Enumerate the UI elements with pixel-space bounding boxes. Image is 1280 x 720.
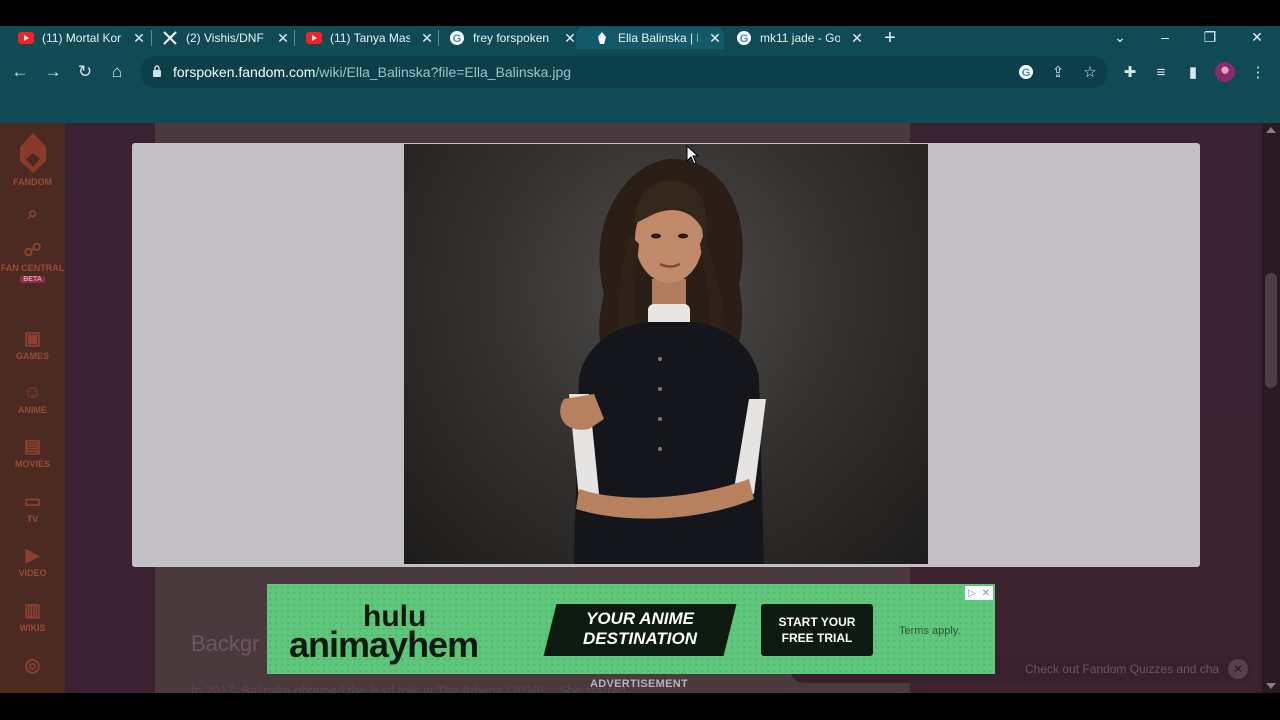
close-icon[interactable]: ✕: [850, 30, 864, 47]
fandom-heart-icon: [19, 133, 46, 173]
google-icon: G: [736, 30, 752, 46]
reading-list-icon[interactable]: ≡: [1151, 62, 1171, 82]
sidebar-item-video[interactable]: ▶ VIDEO: [0, 545, 65, 578]
scroll-down-arrow-icon[interactable]: [1266, 683, 1276, 689]
sidebar-item-movies[interactable]: ▤ MOVIES: [0, 436, 65, 469]
advertisement-label: ADVERTISEMENT: [590, 678, 689, 690]
lock-icon: [153, 65, 161, 77]
tab-title: (2) Vishis/DNF: [186, 31, 264, 45]
home-icon[interactable]: ⌂: [105, 60, 129, 84]
minimize-icon[interactable]: –: [1155, 26, 1175, 48]
mouse-cursor-icon: [686, 145, 700, 165]
video-icon: ▶: [25, 545, 40, 565]
tab-tanya[interactable]: (11) Tanya Mas ✕: [288, 27, 434, 49]
youtube-icon: [306, 30, 322, 46]
fan-central-icon: ☍: [23, 240, 42, 260]
anime-icon: ☺: [23, 382, 42, 402]
share-icon[interactable]: ⇪: [1048, 62, 1068, 82]
address-bar[interactable]: forspoken.fandom.com/wiki/Ella_Balinska?…: [140, 56, 1108, 88]
restore-icon[interactable]: ❐: [1200, 26, 1220, 48]
fandom-icon: [594, 30, 610, 46]
sidebar-item-games[interactable]: ▣ GAMES: [0, 328, 65, 361]
movies-icon: ▤: [23, 436, 41, 456]
tab-ella-balinska[interactable]: Ella Balinska | F ✕: [576, 27, 724, 49]
tab-search-chevron-icon[interactable]: ⌄: [1110, 26, 1130, 48]
browser-toolbar: ← → ↻ ⌂ forspoken.fandom.com/wiki/Ella_B…: [0, 56, 1280, 88]
forward-icon[interactable]: →: [41, 60, 65, 84]
ad-headline: YOUR ANIME DESTINATION: [583, 609, 697, 648]
sidebar-item-tv[interactable]: ▭ TV: [0, 491, 65, 524]
tab-title: (11) Tanya Mas: [330, 31, 410, 45]
tab-bar: (11) Mortal Kor ✕ (2) Vishis/DNF ✕ (11) …: [0, 26, 1280, 49]
tab-vishis[interactable]: (2) Vishis/DNF ✕: [144, 27, 290, 49]
ad-brand-main: animayhem: [289, 624, 479, 665]
tab-frey-forspoken[interactable]: G frey forspoken ✕: [431, 27, 577, 49]
svg-text:G: G: [740, 33, 749, 45]
back-icon[interactable]: ←: [8, 60, 32, 84]
user-account-icon[interactable]: ◎: [0, 655, 65, 678]
tab-mortal-kombat[interactable]: (11) Mortal Kor ✕: [0, 27, 146, 49]
svg-text:G: G: [1022, 67, 1031, 79]
google-icon: G: [449, 30, 465, 46]
svg-text:G: G: [453, 33, 462, 45]
tab-mk11-jade[interactable]: G mk11 jade - Go ✕: [718, 27, 864, 49]
youtube-icon: [18, 30, 34, 46]
wikis-icon: ▥: [23, 600, 41, 620]
sidebar-item-fan-central[interactable]: ☍ FAN CENTRAL BETA: [0, 240, 65, 283]
tab-title: mk11 jade - Go: [760, 31, 840, 45]
side-panel-icon[interactable]: ▮: [1183, 62, 1203, 82]
web-page: FANDOM ⌕ ☍ FAN CENTRAL BETA ▣ GAMES ☺ AN…: [0, 123, 1280, 693]
sidebar-item-anime[interactable]: ☺ ANIME: [0, 382, 65, 415]
x-twitter-icon: [162, 30, 178, 46]
hulu-advertisement[interactable]: hulu animayhem YOUR ANIME DESTINATION ST…: [267, 584, 995, 674]
fandom-sidebar: FANDOM ⌕ ☍ FAN CENTRAL BETA ▣ GAMES ☺ AN…: [0, 123, 65, 693]
article-paragraph: In 2017, Balinska obtained the lead role…: [191, 683, 626, 693]
extensions-icon[interactable]: ✚: [1120, 62, 1140, 82]
ad-choices-close-icon[interactable]: ▷ ✕: [965, 586, 993, 600]
bookmark-star-icon[interactable]: ☆: [1080, 62, 1100, 82]
sidebar-item-wikis[interactable]: ▥ WIKIS: [0, 600, 65, 633]
scroll-thumb[interactable]: [1265, 273, 1277, 388]
tab-title: Ella Balinska | F: [618, 31, 698, 45]
games-icon: ▣: [23, 328, 41, 348]
tab-title: frey forspoken: [473, 31, 550, 45]
profile-avatar[interactable]: [1215, 62, 1235, 82]
toast-close-icon[interactable]: ✕: [1228, 659, 1248, 679]
new-tab-button[interactable]: +: [880, 27, 900, 49]
portrait-photo: [404, 144, 928, 564]
window-close-icon[interactable]: ✕: [1247, 26, 1267, 48]
tv-icon: ▭: [23, 491, 41, 511]
browser-window: (11) Mortal Kor ✕ (2) Vishis/DNF ✕ (11) …: [0, 26, 1280, 693]
reload-icon[interactable]: ↻: [73, 60, 97, 84]
ad-terms: Terms apply.: [899, 625, 961, 637]
tab-title: (11) Mortal Kor: [42, 31, 122, 45]
google-lens-icon[interactable]: G: [1016, 62, 1036, 82]
section-heading: Backgr: [191, 631, 260, 656]
url-text[interactable]: forspoken.fandom.com/wiki/Ella_Balinska?…: [173, 64, 571, 80]
image-lightbox[interactable]: [132, 143, 1200, 567]
page-scrollbar[interactable]: [1262, 123, 1280, 693]
fandom-logo[interactable]: FANDOM: [0, 131, 65, 187]
menu-kebab-icon[interactable]: ⋮: [1248, 62, 1268, 82]
beta-badge: BETA: [20, 276, 45, 283]
close-icon[interactable]: ✕: [563, 30, 577, 47]
scroll-up-arrow-icon[interactable]: [1266, 127, 1276, 133]
start-free-trial-button[interactable]: START YOUR FREE TRIAL: [761, 604, 873, 656]
search-icon[interactable]: ⌕: [0, 203, 65, 226]
